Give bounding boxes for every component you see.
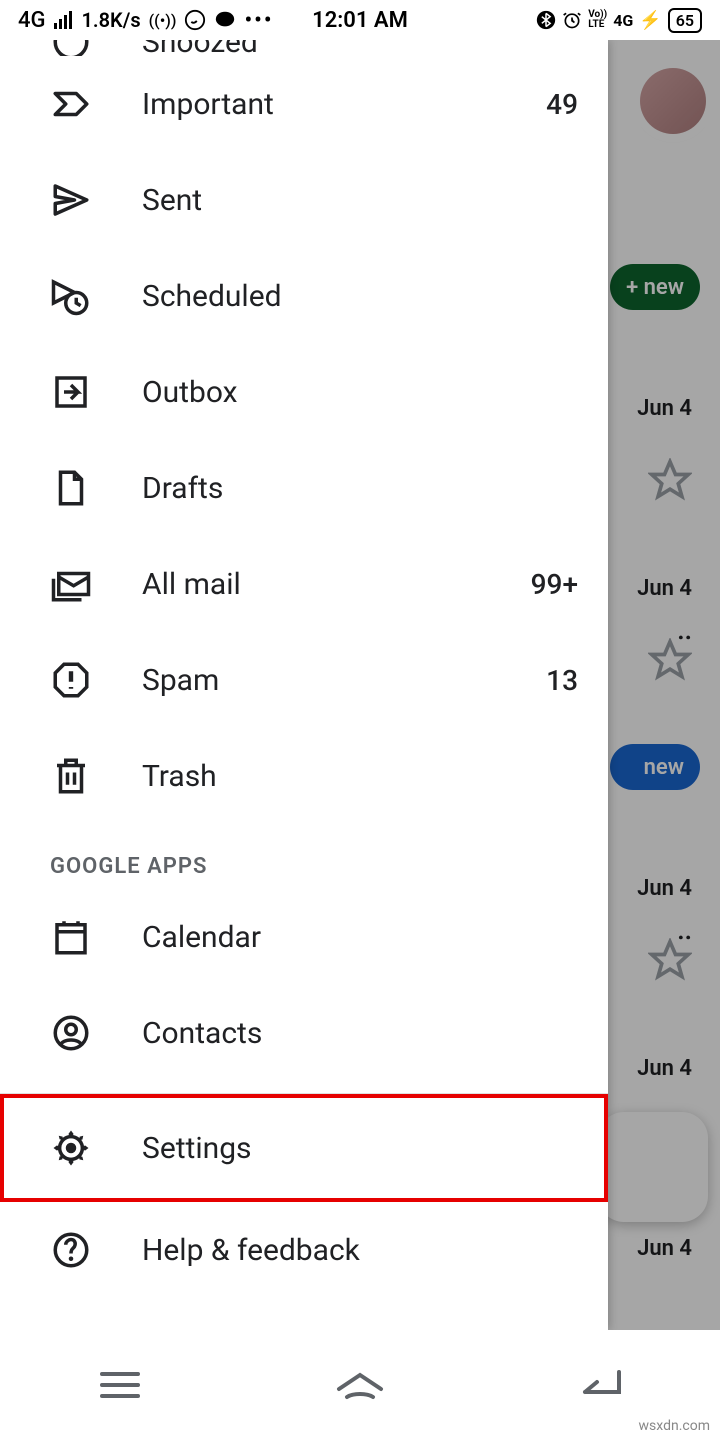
network-4g-small: 4G — [613, 11, 633, 30]
gear-icon — [50, 1127, 92, 1169]
drawer-item-settings[interactable]: Settings — [0, 1094, 608, 1202]
chat-icon — [214, 9, 236, 31]
status-left: 4G 1.8K/s ((•)) ••• — [18, 8, 274, 33]
battery-indicator: 65 — [668, 8, 702, 33]
drawer-item-spam[interactable]: Spam 13 — [0, 632, 608, 728]
nav-home-button[interactable] — [330, 1360, 390, 1410]
drawer-label: Trash — [142, 759, 578, 794]
bluetooth-icon — [536, 10, 556, 30]
drawer-label: Spam — [142, 663, 546, 698]
status-right: Vo)) LTE 4G ⚡ 65 — [536, 8, 702, 33]
drawer-label: Help & feedback — [142, 1233, 578, 1268]
drawer-count: 49 — [546, 88, 578, 121]
drawer-item-allmail[interactable]: All mail 99+ — [0, 536, 608, 632]
allmail-icon — [50, 563, 92, 605]
drawer-label: Snoozed — [142, 40, 578, 56]
drawer-item-scheduled[interactable]: Scheduled — [0, 248, 608, 344]
network-type: 4G — [18, 8, 46, 33]
drawer-item-calendar[interactable]: Calendar — [0, 889, 608, 985]
drawer-label: Scheduled — [142, 279, 578, 314]
hotspot-icon: ((•)) — [149, 11, 177, 30]
drawer-item-snoozed[interactable]: Snoozed — [0, 40, 608, 56]
drawer-section-header: GOOGLE APPS — [0, 824, 608, 889]
calendar-icon — [50, 916, 92, 958]
drawer-item-help[interactable]: Help & feedback — [0, 1202, 608, 1298]
drawer-label: Calendar — [142, 920, 578, 955]
drawer-label: Drafts — [142, 471, 578, 506]
more-dots-icon: ••• — [244, 8, 273, 33]
drawer-item-contacts[interactable]: Contacts — [0, 985, 608, 1081]
spam-icon — [50, 659, 92, 701]
clock-icon — [50, 40, 92, 56]
whatsapp-icon — [184, 9, 206, 31]
data-speed: 1.8K/s — [82, 8, 141, 32]
drawer-label: Settings — [142, 1131, 578, 1166]
contacts-icon — [50, 1012, 92, 1054]
drawer-item-outbox[interactable]: Outbox — [0, 344, 608, 440]
drawer-item-drafts[interactable]: Drafts — [0, 440, 608, 536]
navigation-drawer: Snoozed Important 49 Sent Scheduled Outb… — [0, 40, 608, 1330]
volte-indicator: Vo)) LTE — [588, 10, 607, 30]
nav-back-button[interactable] — [570, 1360, 630, 1410]
drawer-label: All mail — [142, 567, 531, 602]
scheduled-icon — [50, 275, 92, 317]
trash-icon — [50, 755, 92, 797]
drawer-label: Sent — [142, 183, 578, 218]
bottom-nav — [0, 1330, 720, 1440]
lightning-icon: ⚡ — [639, 10, 661, 31]
drawer-count: 99+ — [531, 568, 578, 601]
status-time: 12:01 AM — [312, 8, 408, 33]
help-icon — [50, 1229, 92, 1271]
outbox-icon — [50, 371, 92, 413]
alarm-icon — [562, 10, 582, 30]
drawer-item-sent[interactable]: Sent — [0, 152, 608, 248]
important-icon — [50, 83, 92, 125]
document-icon — [50, 467, 92, 509]
drawer-label: Outbox — [142, 375, 578, 410]
drawer-label: Important — [142, 87, 546, 122]
watermark: wsxdn.com — [639, 1418, 710, 1434]
drawer-count: 13 — [546, 664, 578, 697]
drawer-label: Contacts — [142, 1016, 578, 1051]
signal-icon — [54, 11, 74, 29]
drawer-item-trash[interactable]: Trash — [0, 728, 608, 824]
status-bar: 4G 1.8K/s ((•)) ••• 12:01 AM Vo)) LTE 4G… — [0, 0, 720, 40]
nav-menu-button[interactable] — [90, 1360, 150, 1410]
send-icon — [50, 179, 92, 221]
drawer-item-important[interactable]: Important 49 — [0, 56, 608, 152]
